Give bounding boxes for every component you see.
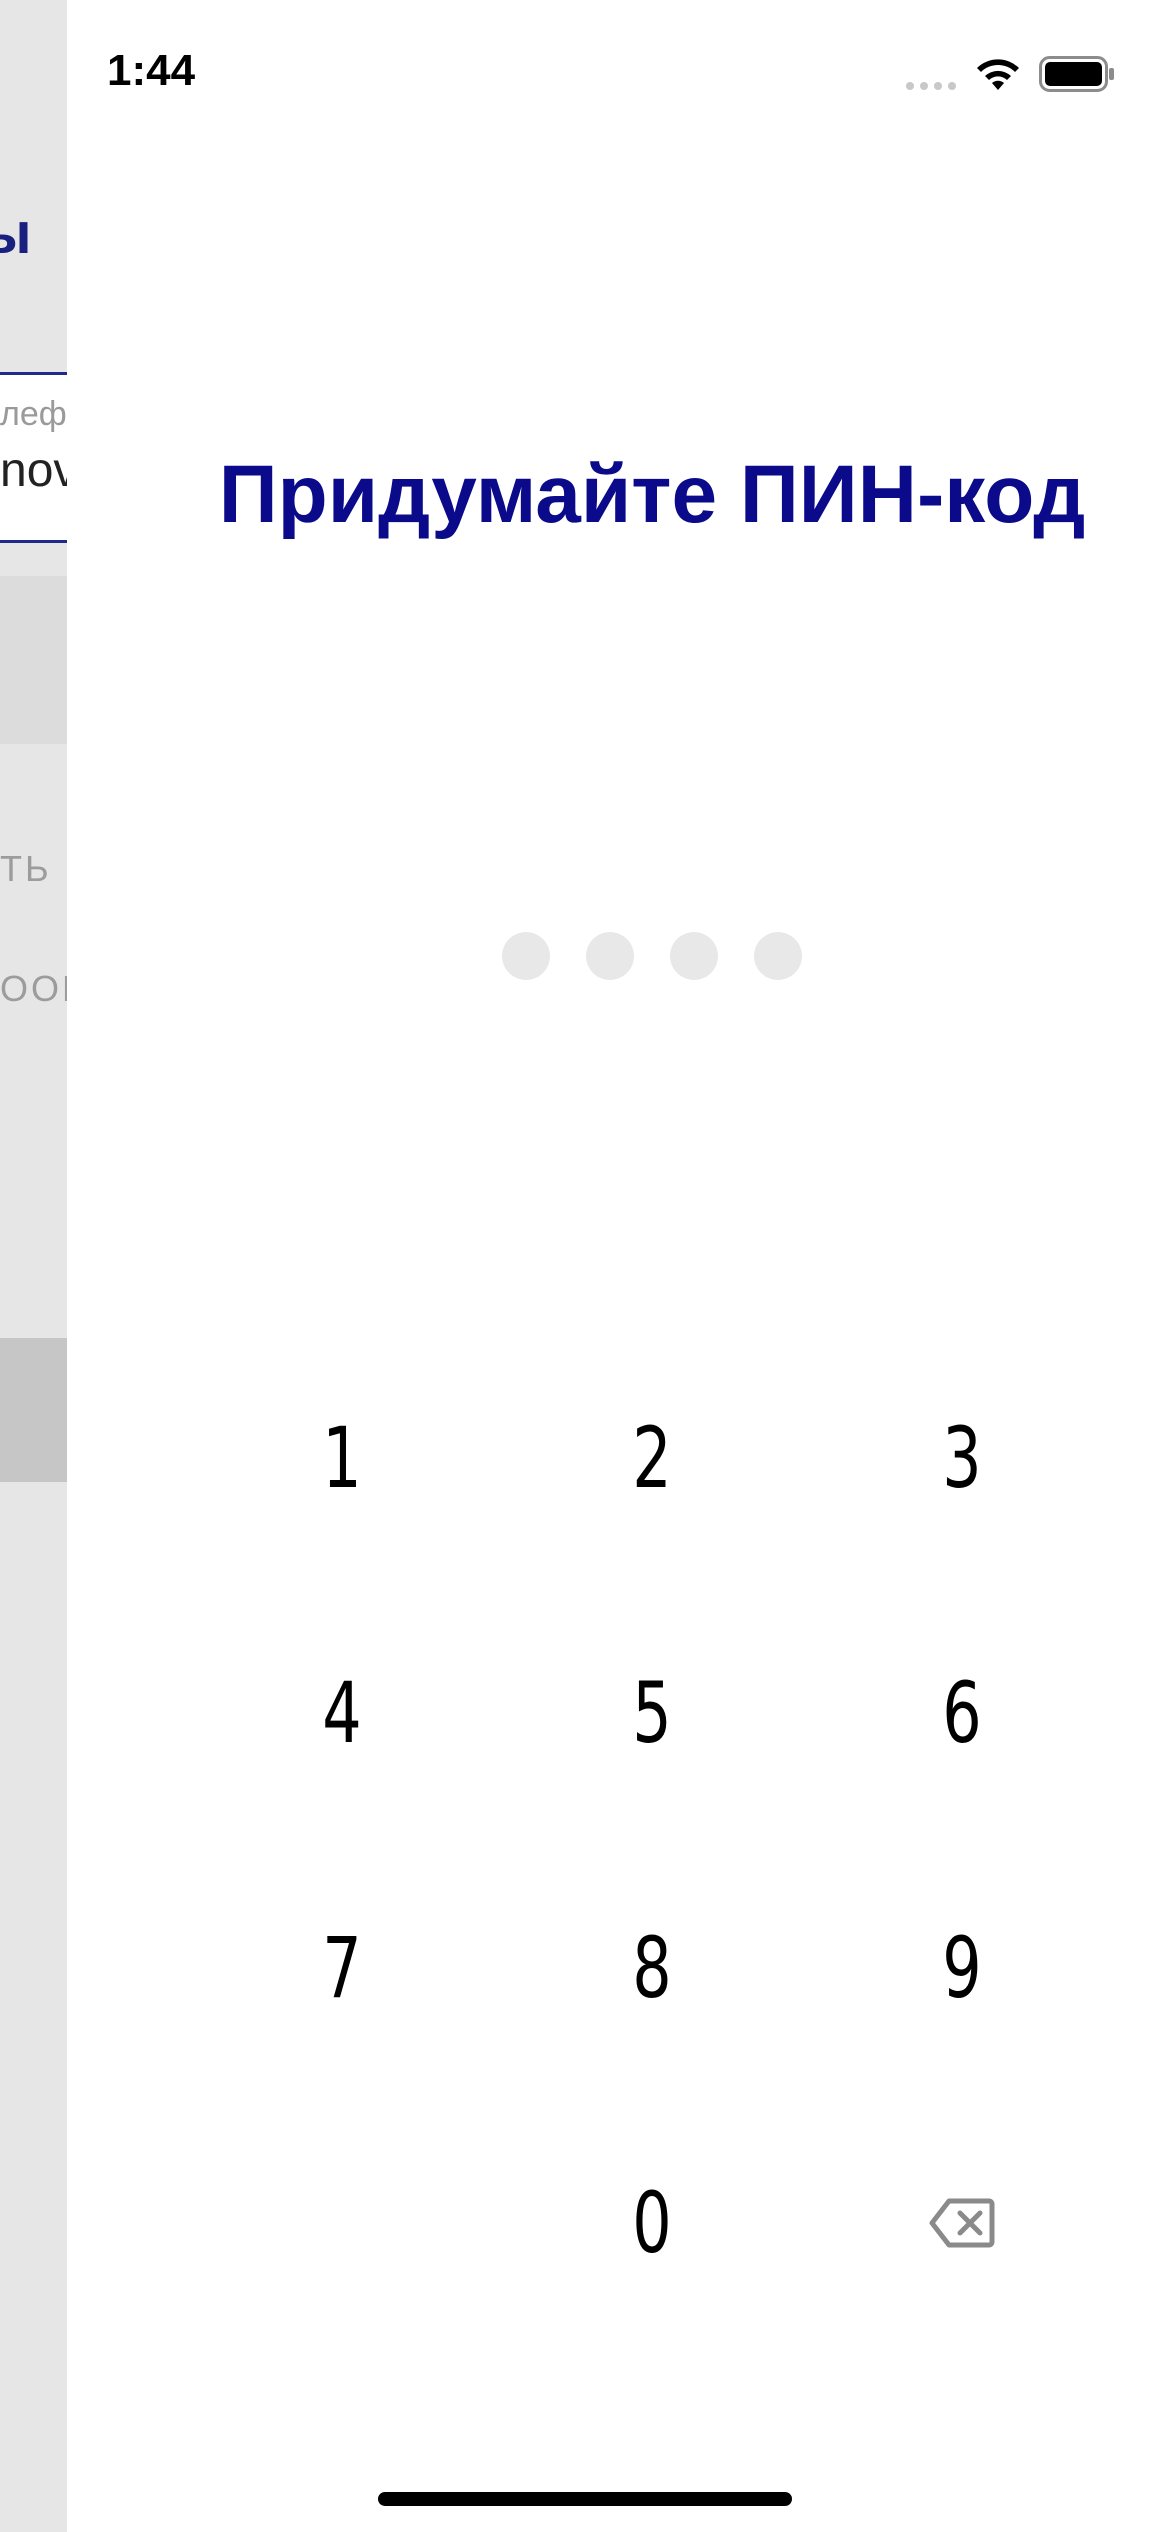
pin-indicator (502, 932, 842, 984)
background-link-2[interactable]: ООБ (0, 968, 67, 1010)
pin-dot (754, 932, 802, 980)
key-6[interactable]: 6 (835, 1585, 1089, 1840)
background-screen: ы лефо nov ТЬ П ООБ (0, 0, 67, 2532)
key-4[interactable]: 4 (215, 1585, 469, 1840)
key-9[interactable]: 9 (835, 1840, 1089, 2095)
background-link-1[interactable]: ТЬ П (0, 848, 67, 890)
key-1[interactable]: 1 (215, 1330, 469, 1585)
numeric-keypad: 1 2 3 4 5 6 7 8 9 0 (187, 1330, 1117, 2350)
pin-sheet: 1:44 Придумайте ПИН-код 1 2 3 4 5 6 7 8 … (67, 0, 1170, 2532)
wifi-icon (977, 59, 1019, 90)
pin-dot (586, 932, 634, 980)
background-heading: ы (0, 201, 32, 266)
status-time: 1:44 (107, 46, 196, 95)
battery-icon (1039, 56, 1114, 92)
backspace-icon (929, 2198, 995, 2247)
key-8[interactable]: 8 (525, 1840, 779, 2095)
key-2[interactable]: 2 (525, 1330, 779, 1585)
background-field-label: лефо (0, 395, 67, 433)
key-5[interactable]: 5 (525, 1585, 779, 1840)
page-title: Придумайте ПИН-код (218, 449, 1086, 540)
home-indicator[interactable] (378, 2492, 792, 2506)
delete-button[interactable] (807, 2095, 1117, 2350)
key-7[interactable]: 7 (215, 1840, 469, 2095)
key-3[interactable]: 3 (835, 1330, 1089, 1585)
signal-icon (906, 82, 956, 90)
background-button[interactable] (0, 1338, 67, 1482)
background-grey-block (0, 576, 67, 744)
pin-dot (502, 932, 550, 980)
pin-dot (670, 932, 718, 980)
key-0[interactable]: 0 (525, 2095, 779, 2350)
key-empty (215, 2095, 469, 2350)
